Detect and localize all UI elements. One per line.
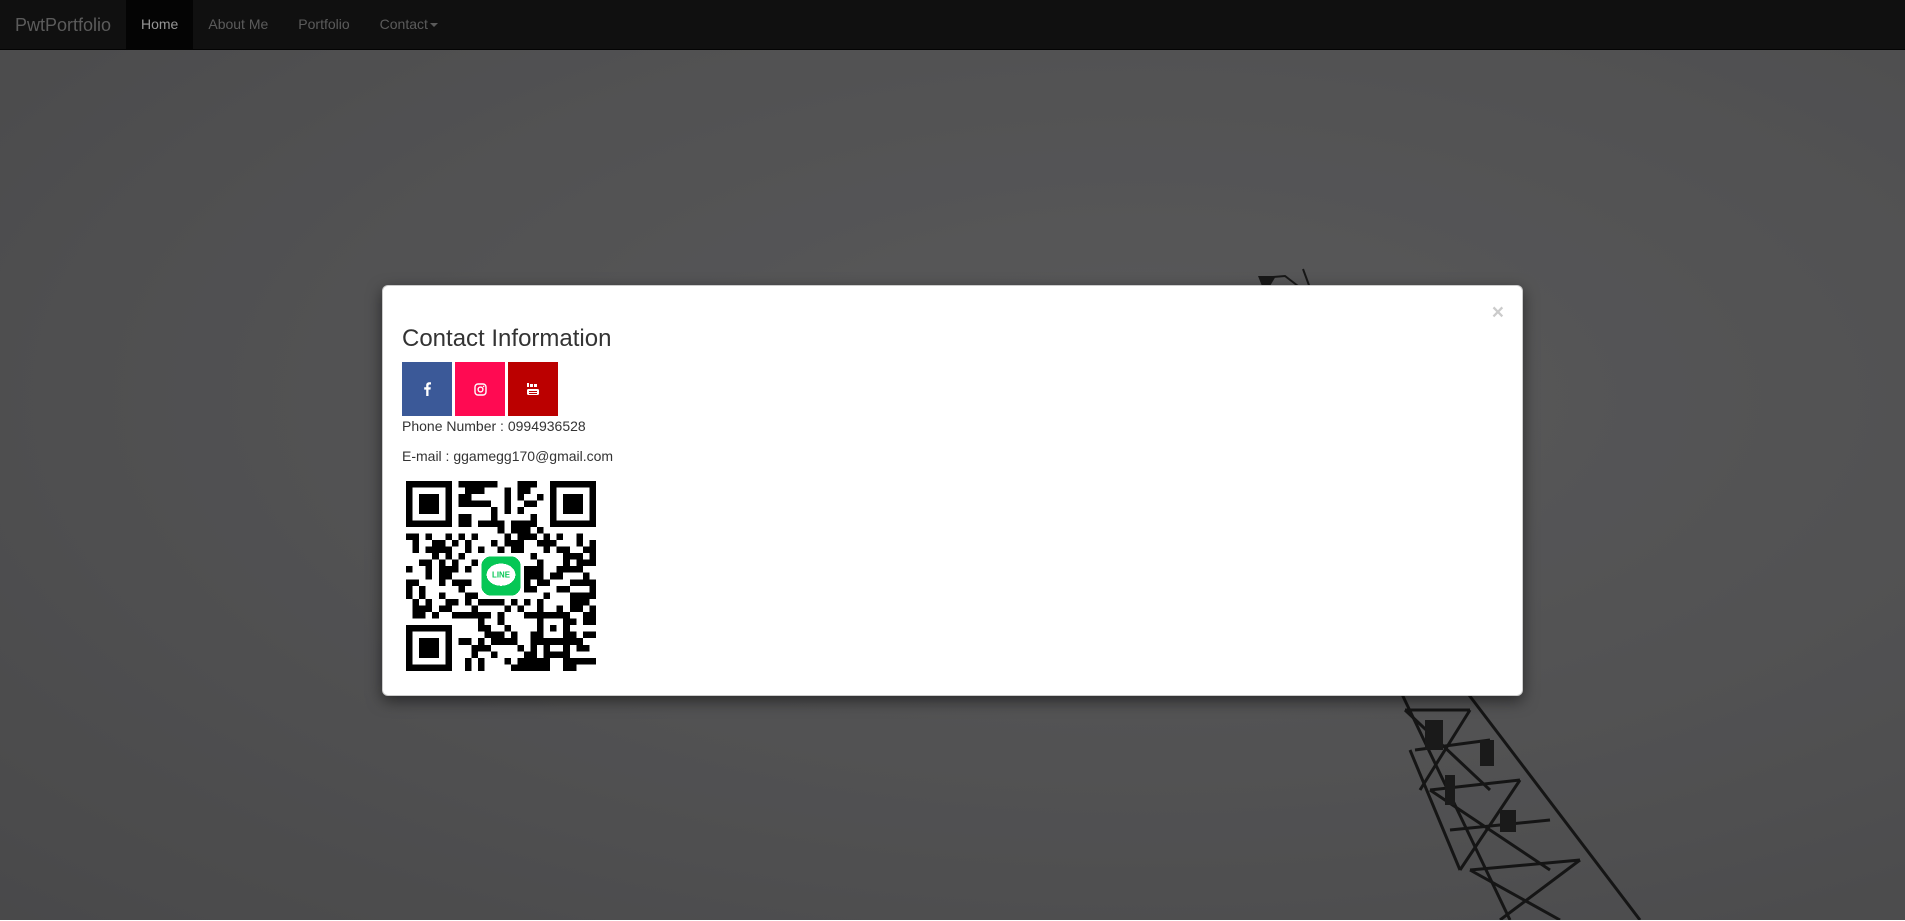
facebook-icon [424,382,431,396]
contact-modal: × Contact Information Phone Number: 099… [382,285,1523,696]
social-buttons [402,362,558,416]
facebook-button[interactable] [402,362,452,416]
close-icon[interactable]: × [1492,302,1504,323]
phone-number: Phone Number : 0994936528 [402,418,586,434]
modal-title: Contact Information [402,325,612,352]
youtube-button[interactable] [508,362,558,416]
line-qr-code: LINE [406,481,596,671]
qr-code-image: LINE [406,481,596,671]
instagram-button[interactable] [455,362,505,416]
email-address: E-mail : ggamegg170@gmail.com [402,448,614,464]
youtube-icon [527,383,539,395]
line-badge-text: LINE [492,571,510,580]
instagram-icon [473,382,487,396]
